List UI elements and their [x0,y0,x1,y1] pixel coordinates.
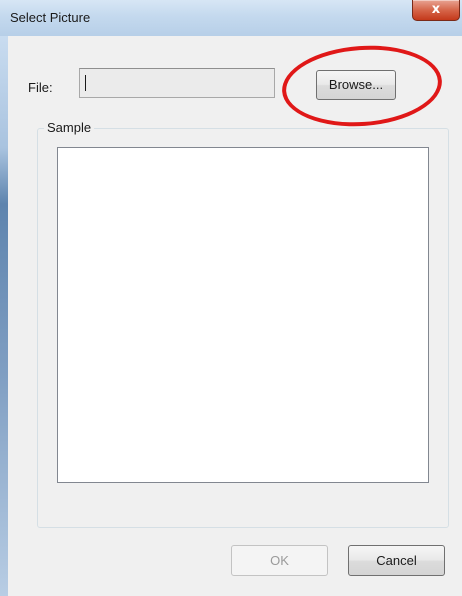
sample-group-label: Sample [44,120,95,135]
title-bar[interactable]: Select Picture x [0,0,462,36]
window-title: Select Picture [10,10,91,25]
file-path-input[interactable] [79,68,275,98]
close-button[interactable]: x [412,0,460,21]
ok-button[interactable]: OK [231,545,328,576]
window-frame-left [0,36,8,596]
close-icon: x [431,2,441,17]
sample-preview-area [57,147,429,483]
text-caret [85,75,86,91]
file-label: File: [28,80,53,95]
cancel-button[interactable]: Cancel [348,545,445,576]
select-picture-dialog: Select Picture x File: Browse... Sample … [0,0,462,596]
